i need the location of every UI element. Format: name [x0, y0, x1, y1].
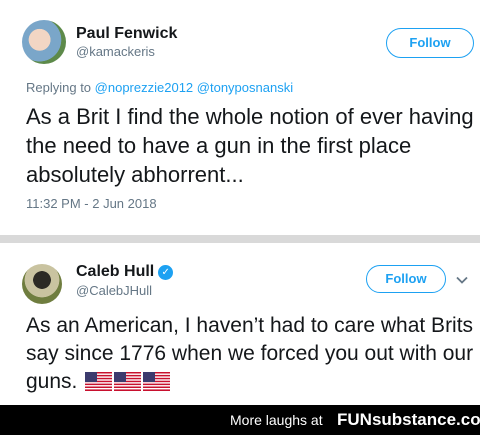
us-flag-icon: [85, 372, 113, 391]
replying-label: Replying to: [26, 80, 92, 95]
tweet-card-2: Caleb Hull ✓ @CalebJHull Follow As an Ame…: [0, 243, 480, 405]
user-avatar-icon[interactable]: [22, 20, 66, 64]
user-avatar-icon[interactable]: [22, 264, 62, 304]
author-handle[interactable]: @kamackeris: [76, 44, 155, 59]
mention-link[interactable]: @tonyposnanski: [197, 80, 293, 95]
author-handle[interactable]: @CalebJHull: [76, 283, 152, 298]
brand-link[interactable]: FUNsubstance.com: [337, 410, 480, 430]
author-name[interactable]: Paul Fenwick: [76, 25, 177, 43]
follow-button[interactable]: Follow: [366, 265, 446, 293]
tweet-text: As a Brit I find the whole notion of eve…: [26, 104, 474, 187]
site-footer: More laughs at FUNsubstance.com: [0, 405, 480, 435]
footer-text: More laughs at: [230, 412, 323, 428]
tweet-text: As an American, I haven’t had to care wh…: [26, 312, 476, 396]
us-flag-icon: [143, 372, 171, 391]
verified-badge-icon: ✓: [158, 265, 174, 280]
author-name[interactable]: Caleb Hull ✓: [76, 263, 174, 281]
divider: [0, 235, 480, 243]
chevron-down-icon[interactable]: [455, 273, 469, 287]
tweet-timestamp[interactable]: 11:32 PM - 2 Jun 2018: [26, 196, 157, 211]
us-flag-icon: [114, 372, 142, 391]
author-name-text[interactable]: Caleb Hull: [76, 263, 154, 280]
mention-link[interactable]: @noprezzie2012: [95, 80, 193, 95]
replying-to: Replying to @noprezzie2012 @tonyposnansk…: [26, 80, 293, 95]
follow-button[interactable]: Follow: [386, 28, 474, 58]
tweet-card-1: Paul Fenwick @kamackeris Follow Replying…: [0, 0, 480, 235]
